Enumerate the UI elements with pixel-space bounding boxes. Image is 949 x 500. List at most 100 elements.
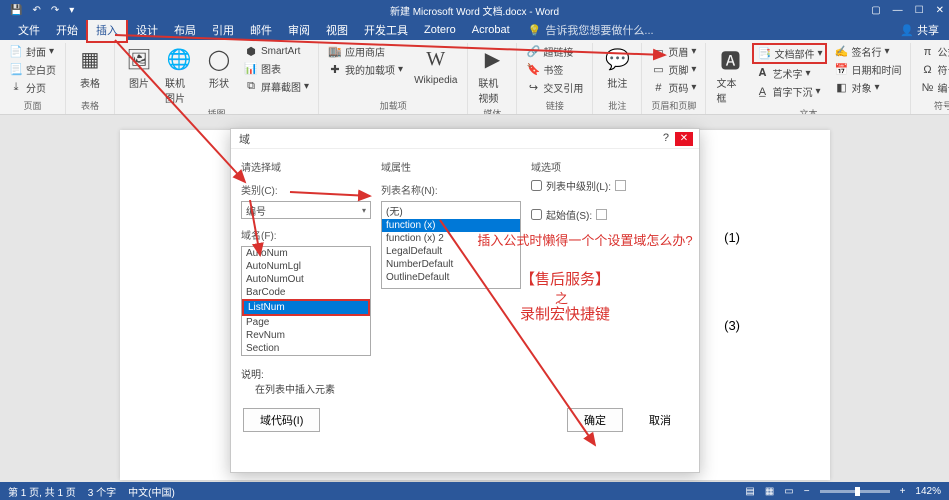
tab-file[interactable]: 文件: [10, 19, 48, 41]
status-words[interactable]: 3 个字: [88, 484, 116, 499]
equation-number-1: (1): [724, 230, 740, 245]
start-at-input[interactable]: [596, 209, 607, 220]
zoom-out-icon[interactable]: −: [804, 486, 810, 497]
tab-layout[interactable]: 布局: [166, 19, 204, 41]
listname-option[interactable]: (无): [382, 202, 520, 219]
status-lang[interactable]: 中文(中国): [128, 484, 175, 499]
pictures-button[interactable]: 🖼图片: [121, 43, 157, 92]
table-button[interactable]: ▦表格: [72, 43, 108, 92]
screenshot-button[interactable]: ⧉屏幕截图 ▾: [241, 78, 312, 95]
link-icon: 🔗: [526, 45, 540, 59]
tab-acrobat[interactable]: Acrobat: [464, 21, 518, 39]
symbol-button[interactable]: Ω符号 ▾: [917, 61, 949, 78]
field-option[interactable]: RevNum: [242, 329, 370, 342]
close-icon[interactable]: ✕: [936, 5, 944, 16]
tab-mailings[interactable]: 邮件: [242, 19, 280, 41]
share-button[interactable]: 👤 共享: [900, 22, 939, 38]
header-button[interactable]: ▭页眉 ▾: [648, 43, 699, 60]
tab-view[interactable]: 视图: [318, 19, 356, 41]
wikipedia-button[interactable]: WWikipedia: [410, 43, 461, 88]
pagenum-button[interactable]: #页码 ▾: [648, 79, 699, 96]
bookmark-button[interactable]: 🔖书签: [523, 61, 586, 78]
category-label: 类别(C):: [241, 182, 371, 197]
save-icon[interactable]: 💾: [10, 5, 22, 16]
blank-page-button[interactable]: 📃空白页: [6, 61, 59, 78]
page-break-button[interactable]: ⤓分页: [6, 79, 59, 96]
chart-button[interactable]: 📊图表: [241, 60, 312, 77]
myaddins-button[interactable]: ✚我的加载项 ▾: [325, 61, 406, 78]
zoom-in-icon[interactable]: +: [900, 486, 906, 497]
dropcap-button[interactable]: A̲首字下沉 ▾: [752, 83, 827, 100]
ok-button[interactable]: 确定: [567, 408, 623, 432]
zoom-level[interactable]: 142%: [915, 486, 941, 497]
shapes-button[interactable]: ◯形状: [201, 43, 237, 92]
list-level-input[interactable]: [615, 180, 626, 191]
picture-icon: 🖼: [125, 45, 153, 73]
store-button[interactable]: 🏬应用商店: [325, 43, 406, 60]
dialog-help-icon[interactable]: ?: [663, 132, 669, 144]
field-option[interactable]: AutoNumOut: [242, 273, 370, 286]
view-read-icon[interactable]: ▤: [745, 486, 754, 497]
maximize-icon[interactable]: ☐: [915, 5, 924, 16]
undo-icon[interactable]: ↶: [32, 5, 40, 16]
online-pictures-button[interactable]: 🌐联机图片: [161, 43, 197, 107]
textbox-button[interactable]: 🅰文本框: [712, 43, 748, 107]
cover-page-button[interactable]: 📄封面 ▾: [6, 43, 59, 60]
view-print-icon[interactable]: ▦: [765, 486, 774, 497]
field-option[interactable]: Page: [242, 316, 370, 329]
listname-option[interactable]: LegalDefault: [382, 245, 520, 258]
wordart-button[interactable]: 𝐀艺术字 ▾: [752, 65, 827, 82]
listname-option[interactable]: function (x) 2: [382, 232, 520, 245]
hyperlink-button[interactable]: 🔗超链接: [523, 43, 586, 60]
tab-home[interactable]: 开始: [48, 19, 86, 41]
number-button[interactable]: №编号: [917, 79, 949, 96]
tab-design[interactable]: 设计: [128, 19, 166, 41]
field-option[interactable]: ListNum: [242, 299, 370, 316]
dialog-close-icon[interactable]: ✕: [675, 132, 693, 146]
crossref-button[interactable]: ↪交叉引用: [523, 79, 586, 96]
object-icon: ◧: [834, 81, 848, 95]
document-title: 新建 Microsoft Word 文档.docx - Word: [390, 3, 559, 18]
ribbon-tabs: 文件 开始 插入 设计 布局 引用 邮件 审阅 视图 开发工具 Zotero A…: [0, 20, 949, 40]
tab-review[interactable]: 审阅: [280, 19, 318, 41]
listname-option[interactable]: function (x): [382, 219, 520, 232]
field-option[interactable]: Section: [242, 342, 370, 355]
tell-me[interactable]: 💡 告诉我您想要做什么...: [528, 22, 654, 38]
object-button[interactable]: ◧对象 ▾: [831, 79, 904, 96]
tab-dev[interactable]: 开发工具: [356, 19, 416, 41]
start-at-checkbox[interactable]: 起始值(S):: [531, 207, 689, 222]
listname-listbox[interactable]: (无)function (x)function (x) 2LegalDefaul…: [381, 201, 521, 289]
quickparts-button[interactable]: 📑文档部件 ▾: [752, 43, 827, 64]
zoom-slider[interactable]: [820, 490, 890, 493]
view-web-icon[interactable]: ▭: [784, 486, 793, 497]
list-level-checkbox[interactable]: 列表中级别(L):: [531, 178, 689, 193]
listname-option[interactable]: OutlineDefault: [382, 271, 520, 284]
qat-more-icon[interactable]: ▾: [69, 5, 74, 16]
tab-zotero[interactable]: Zotero: [416, 21, 464, 39]
minimize-icon[interactable]: —: [893, 5, 903, 16]
equation-button[interactable]: π公式 ▾: [917, 43, 949, 60]
field-option[interactable]: AutoNumLgl: [242, 260, 370, 273]
fieldcodes-button[interactable]: 域代码(I): [243, 408, 320, 432]
cancel-button[interactable]: 取消: [633, 409, 687, 431]
redo-icon[interactable]: ↷: [51, 5, 59, 16]
datetime-button[interactable]: 📅日期和时间: [831, 61, 904, 78]
listname-option[interactable]: NumberDefault: [382, 258, 520, 271]
field-option[interactable]: BarCode: [242, 286, 370, 299]
footer-button[interactable]: ▭页脚 ▾: [648, 61, 699, 78]
title-bar: 💾 ↶ ↷ ▾ 新建 Microsoft Word 文档.docx - Word…: [0, 0, 949, 20]
tab-references[interactable]: 引用: [204, 19, 242, 41]
field-option[interactable]: AutoNum: [242, 247, 370, 260]
online-video-button[interactable]: ▶联机视频: [474, 43, 510, 107]
group-comments: 批注: [608, 99, 626, 114]
comment-button[interactable]: 💬批注: [599, 43, 635, 92]
sigline-button[interactable]: ✍签名行 ▾: [831, 43, 904, 60]
smartart-button[interactable]: ⬢SmartArt: [241, 43, 312, 59]
ribbon-options-icon[interactable]: ▢: [871, 5, 880, 16]
group-headerfooter: 页眉和页脚: [651, 99, 696, 114]
category-combo[interactable]: 编号: [241, 201, 371, 219]
field-option[interactable]: SectionPages: [242, 355, 370, 356]
tab-insert[interactable]: 插入: [86, 17, 128, 43]
fieldname-listbox[interactable]: AutoNumAutoNumLglAutoNumOutBarCodeListNu…: [241, 246, 371, 356]
status-page[interactable]: 第 1 页, 共 1 页: [8, 484, 76, 499]
